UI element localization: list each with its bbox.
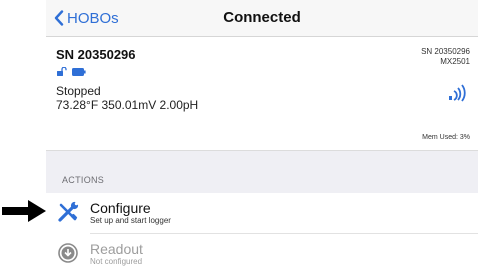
device-status-icons (57, 67, 86, 76)
device-serial-title: SN 20350296 (56, 47, 136, 62)
configure-action[interactable]: Configure Set up and start logger (46, 193, 478, 233)
device-info-card: SN 20350296 Stopped 73.28°F 350.01mV 2.0… (46, 37, 478, 149)
battery-icon (72, 67, 86, 76)
actions-header-label: ACTIONS (62, 175, 105, 185)
configure-title: Configure (90, 200, 151, 216)
configure-subtitle: Set up and start logger (90, 216, 171, 225)
readout-title: Readout (90, 241, 143, 257)
device-readings: 73.28°F 350.01mV 2.00pH (56, 98, 199, 112)
actions-section-header: ACTIONS (46, 150, 478, 193)
wrench-screwdriver-icon (58, 201, 79, 222)
readout-subtitle: Not configured (90, 257, 143, 266)
memory-used: Mem Used: 3% (422, 134, 470, 141)
device-serial-small: SN 20350296 (421, 47, 470, 56)
unlocked-lock-icon (57, 67, 67, 76)
readout-action[interactable]: Readout Not configured (46, 234, 478, 274)
device-model: MX2501 (440, 57, 470, 66)
app-panel: HOBOs Connected SN 20350296 Stopped 73.2… (46, 0, 478, 276)
download-circle-icon (58, 243, 78, 263)
bluetooth-signal-icon (449, 84, 466, 102)
navigation-bar: HOBOs Connected (46, 0, 478, 37)
page-title: Connected (223, 9, 301, 26)
device-status: Stopped (56, 84, 101, 98)
pointer-arrow-icon (2, 200, 46, 222)
